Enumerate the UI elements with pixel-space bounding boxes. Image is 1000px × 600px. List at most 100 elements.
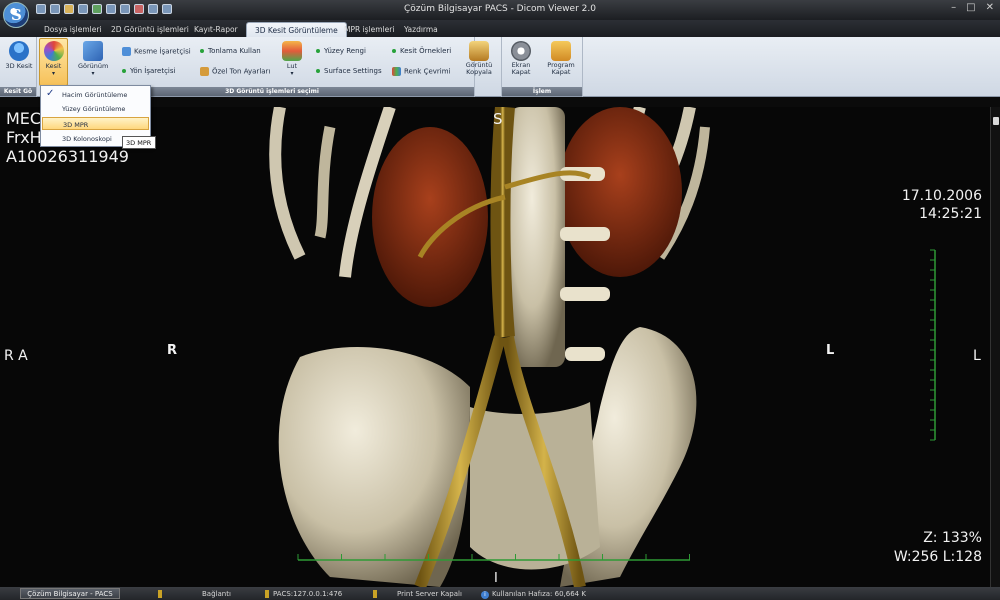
lut-label: Lut [286, 62, 298, 70]
crosshair-icon [122, 47, 131, 56]
bullet-icon [316, 69, 320, 73]
orientation-right-inner: L [826, 343, 835, 358]
power-icon [511, 41, 531, 61]
title-bar: Çözüm Bilgisayar PACS - Dicom Viewer 2.0… [0, 0, 1000, 20]
kesme-isaretcisi-button[interactable]: Kesme İşaretçisi [122, 47, 191, 59]
bullet-icon [316, 49, 320, 53]
chevron-down-icon: ▾ [91, 70, 95, 77]
group-kesit-goruntuleme: 3D Kesit Kesit Gö [0, 37, 37, 97]
program-kapat-label: Program Kapat [547, 61, 575, 76]
view-cube-icon [83, 41, 103, 61]
yuzey-rengi-label: Yüzey Rengi [324, 47, 366, 55]
tab-dosya-islemleri[interactable]: Dosya işlemleri [36, 22, 110, 37]
color-cycle-icon [392, 67, 401, 76]
study-date: 17.10.2006 [901, 188, 982, 204]
connection-label: Bağlantı [202, 590, 231, 598]
brush-icon [200, 67, 209, 76]
aorta [490, 107, 515, 338]
tab-3d-kesit-goruntuleme[interactable]: 3D Kesit Görüntüleme [246, 22, 347, 37]
renk-cevrimi-button[interactable]: Renk Çevrimi [392, 67, 451, 79]
right-kidney [372, 127, 488, 307]
tab-2d-goruntu-islemleri[interactable]: 2D Görüntü işlemleri [103, 22, 197, 37]
ozel-ton-ayarlari-button[interactable]: Özel Ton Ayarları [200, 67, 270, 79]
kesit-button[interactable]: Kesit ▾ [39, 38, 68, 86]
window-controls: – □ ✕ [951, 2, 994, 13]
tab-yazdirma[interactable]: Yazdırma [396, 22, 446, 37]
spine [510, 107, 565, 367]
menu-item-3d-mpr[interactable]: 3D MPR [42, 117, 149, 130]
yuzey-rengi-button[interactable]: Yüzey Rengi [316, 47, 366, 59]
taskbar-app-button[interactable]: Çözüm Bilgisayar - PACS [20, 588, 120, 599]
pacs-label: PACS:127.0.0.1:476 [273, 590, 343, 598]
bullet-icon [392, 49, 396, 53]
status-memory: i Kullanılan Hafıza: 60,664 K [481, 590, 586, 599]
exit-door-icon [551, 41, 571, 61]
ozel-ton-ayarlari-label: Özel Ton Ayarları [212, 67, 271, 76]
left-kidney [558, 107, 682, 277]
ekran-kapat-label: Ekran Kapat [511, 61, 531, 76]
gorunum-button[interactable]: Görünüm ▾ [78, 39, 108, 85]
orientation-bottom: I [494, 571, 498, 586]
kesit-ornekleri-button[interactable]: Kesit Örnekleri [392, 47, 451, 59]
tooltip: 3D MPR [122, 136, 156, 149]
connection-indicator-icon [158, 590, 162, 598]
bullet-icon [200, 49, 204, 53]
group-label-kesit: Kesit Gö [0, 87, 36, 96]
window-title: Çözüm Bilgisayar PACS - Dicom Viewer 2.0 [404, 4, 596, 14]
lut-button[interactable]: Lut ▾ [277, 39, 307, 85]
study-time: 14:25:21 [919, 206, 982, 222]
surface-settings-button[interactable]: Surface Settings [316, 67, 382, 79]
goruntu-kopyala-button[interactable]: Görüntü Kopyala [463, 39, 495, 85]
vertical-scrollbar[interactable] [990, 107, 1000, 587]
gorunum-label: Görünüm [78, 62, 109, 70]
orientation-right-edge: L [973, 348, 981, 364]
volume-rendering [269, 107, 936, 587]
scrollbar-thumb[interactable] [993, 117, 999, 125]
image-viewport[interactable]: MECA FrxH A10026311949 17.10.2006 14:25:… [0, 107, 990, 587]
ribbon-tabs: Dosya işlemleri 2D Görüntü işlemleri Kay… [0, 20, 1000, 37]
rib [314, 125, 336, 239]
kesit-label: Kesit [45, 62, 62, 70]
tab-kayit-rapor[interactable]: Kayıt-Rapor [186, 22, 246, 37]
dicom-viewer-app: Çözüm Bilgisayar PACS - Dicom Viewer 2.0… [0, 0, 1000, 600]
orientation-top: S [493, 110, 503, 128]
program-kapat-button[interactable]: Program Kapat [544, 39, 578, 85]
orientation-left-edge: R A [4, 348, 28, 364]
group-label-islem: İşlem [502, 87, 582, 96]
tonlama-kullan-button[interactable]: Tonlama Kullan [200, 47, 261, 59]
rib [269, 107, 306, 260]
lut-icon [282, 41, 302, 61]
chevron-down-icon: ▾ [51, 70, 55, 77]
yon-isaretcisi-button[interactable]: Yön İşaretçisi [122, 67, 175, 79]
3d-kesit-label: 3D Kesit [5, 62, 33, 70]
pacs-indicator-icon [265, 590, 269, 598]
status-connection: Bağlantı [158, 590, 231, 598]
group-islem: Ekran Kapat Program Kapat İşlem [501, 37, 583, 97]
renk-cevrimi-label: Renk Çevrimi [404, 67, 451, 76]
right-iliac-bone [278, 347, 470, 587]
status-bar: Çözüm Bilgisayar - PACS Bağlantı PACS:12… [0, 587, 1000, 600]
maximize-button[interactable]: □ [966, 2, 975, 13]
accession-number: A10026311949 [6, 147, 129, 166]
orientation-left-inner: R [167, 343, 178, 358]
window-level: W:256 L:128 [893, 549, 982, 565]
3d-kesit-button[interactable]: 3D Kesit [4, 39, 34, 85]
memory-label: Kullanılan Hafıza: 60,664 K [492, 590, 586, 598]
tonlama-kullan-label: Tonlama Kullan [208, 47, 261, 55]
print-server-label: Print Server Kapalı [397, 590, 462, 598]
kesit-ornekleri-label: Kesit Örnekleri [400, 47, 452, 55]
close-button[interactable]: ✕ [986, 2, 994, 13]
kesme-isaretcisi-label: Kesme İşaretçisi [134, 47, 191, 56]
minimize-button[interactable]: – [951, 2, 956, 13]
app-menu-orb-icon[interactable] [3, 2, 29, 28]
menu-item-yuzey-goruntuleme[interactable]: Yüzey Görüntüleme [42, 102, 149, 115]
tab-mpr-islemleri[interactable]: MPR işlemleri [336, 22, 402, 37]
color-wheel-icon [43, 41, 64, 61]
menu-item-hacim-goruntuleme[interactable]: Hacim Görüntüleme [42, 88, 149, 101]
ekran-kapat-button[interactable]: Ekran Kapat [506, 39, 536, 85]
chevron-down-icon: ▾ [290, 70, 294, 77]
goruntu-kopyala-label: Görüntü Kopyala [465, 61, 493, 76]
person-icon [9, 41, 29, 61]
info-icon: i [481, 591, 489, 599]
copy-image-icon [469, 41, 489, 61]
